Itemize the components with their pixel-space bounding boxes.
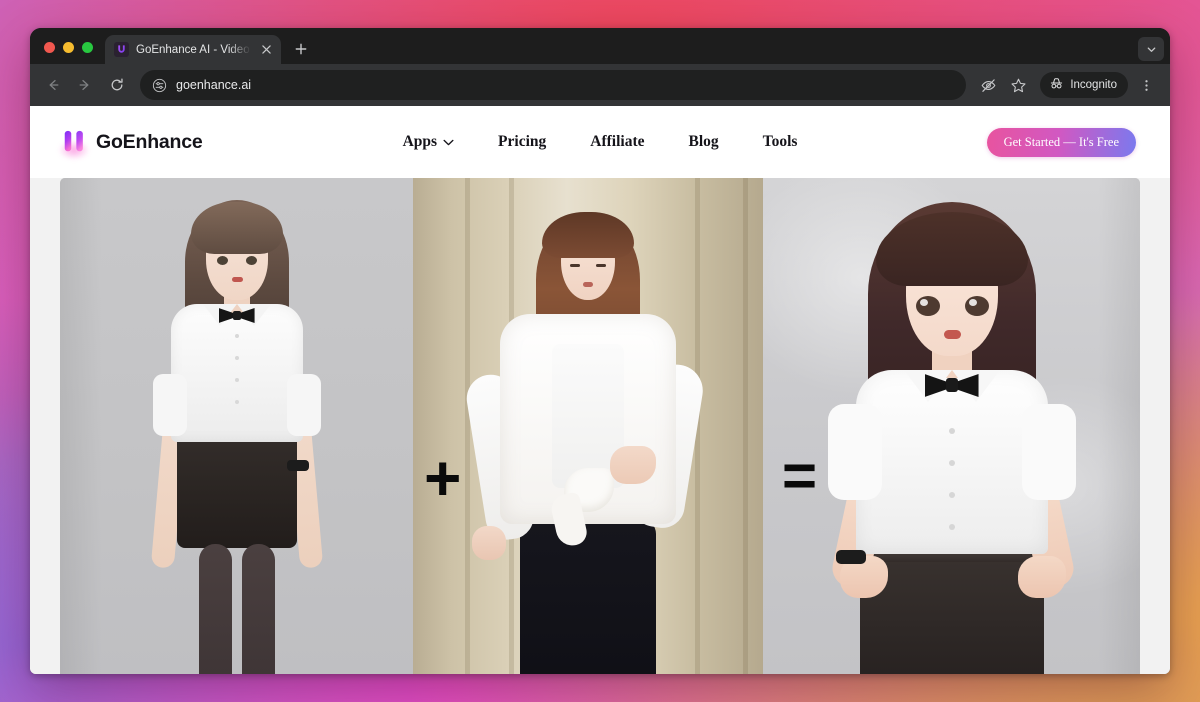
page-viewport: GoEnhance Apps Pricing Affiliate Blog To… xyxy=(30,106,1170,674)
goenhance-u-logo-icon xyxy=(58,129,90,160)
nav-item-label: Tools xyxy=(762,133,798,150)
incognito-indicator[interactable]: Incognito xyxy=(1040,72,1128,98)
eye-off-icon[interactable] xyxy=(974,71,1002,99)
address-bar-url: goenhance.ai xyxy=(176,78,252,92)
browser-tab[interactable]: GoEnhance AI - Video to vide xyxy=(105,35,281,64)
reload-icon[interactable] xyxy=(102,70,132,100)
nav-item-label: Blog xyxy=(688,133,719,150)
nav-item-label: Affiliate xyxy=(590,133,645,150)
panel-generated-result[interactable] xyxy=(763,178,1140,674)
browser-toolbar: goenhance.ai Incognito xyxy=(30,64,1170,106)
arrow-right-icon[interactable] xyxy=(70,70,100,100)
get-started-button[interactable]: Get Started — It's Free xyxy=(986,127,1136,157)
plus-operator: + xyxy=(424,442,462,514)
nav-item-tools[interactable]: Tools xyxy=(763,133,798,151)
tab-strip: GoEnhance AI - Video to vide xyxy=(30,28,1170,64)
nav-item-pricing[interactable]: Pricing xyxy=(498,133,546,151)
toolbar-actions: Incognito xyxy=(974,71,1160,99)
brand-name: GoEnhance xyxy=(96,130,203,153)
more-vertical-icon[interactable] xyxy=(1132,71,1160,99)
incognito-label: Incognito xyxy=(1070,79,1117,91)
arrow-left-icon[interactable] xyxy=(38,70,68,100)
window-minimize-button[interactable] xyxy=(63,42,74,53)
brand-logo[interactable]: GoEnhance xyxy=(58,129,203,160)
star-icon[interactable] xyxy=(1004,71,1032,99)
browser-window: GoEnhance AI - Video to vide xyxy=(30,28,1170,674)
hero-comparison: + = xyxy=(30,178,1170,674)
tab-strip-actions xyxy=(1138,37,1164,64)
incognito-hat-icon xyxy=(1049,76,1064,94)
nav-item-label: Pricing xyxy=(498,133,547,150)
equals-operator: = xyxy=(782,442,818,509)
site-header: GoEnhance Apps Pricing Affiliate Blog To… xyxy=(30,106,1170,178)
goenhance-logo-icon xyxy=(114,42,129,57)
comparison-strip: + = xyxy=(60,178,1140,674)
nav-item-affiliate[interactable]: Affiliate xyxy=(590,133,644,151)
chevron-down-icon[interactable] xyxy=(1138,37,1164,61)
nav-item-blog[interactable]: Blog xyxy=(689,133,719,151)
new-tab-button[interactable] xyxy=(288,36,314,62)
nav-item-apps[interactable]: Apps xyxy=(403,133,454,151)
browser-tab-title: GoEnhance AI - Video to vide xyxy=(136,43,251,56)
chevron-down-icon xyxy=(443,139,454,146)
close-icon[interactable] xyxy=(258,41,275,58)
tune-icon[interactable] xyxy=(152,78,167,93)
panel-source-video[interactable] xyxy=(413,178,764,674)
window-close-button[interactable] xyxy=(44,42,55,53)
address-bar[interactable]: goenhance.ai xyxy=(140,70,967,100)
window-traffic-lights xyxy=(38,42,105,64)
nav-item-label: Apps xyxy=(402,133,438,150)
panel-style-reference[interactable] xyxy=(60,178,414,674)
window-zoom-button[interactable] xyxy=(82,42,93,53)
